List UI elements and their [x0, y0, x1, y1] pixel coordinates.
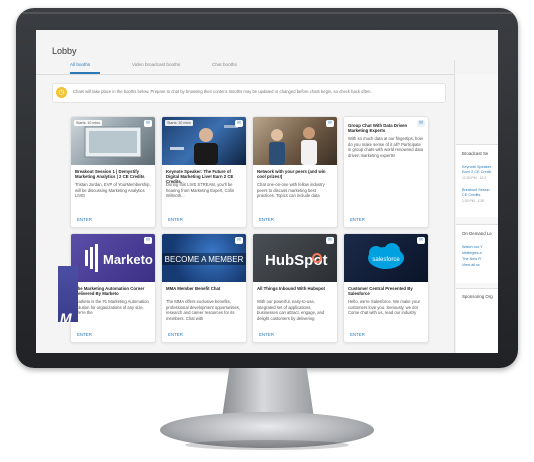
booth-card[interactable]: ✉ Group Chat With Data Driven Marketing … [343, 116, 429, 228]
enter-button[interactable]: ENTER [350, 217, 365, 222]
booth-image [253, 117, 337, 165]
svg-text:Marketo: Marketo [103, 252, 153, 267]
tab-video-broadcast-booths[interactable]: Video broadcast booths [132, 62, 180, 67]
booth-image: HubSpot [253, 234, 337, 282]
clock-icon: ◷ [56, 87, 67, 98]
booth-card[interactable]: HubSpot ✉ All Things Inbound With Hubspo… [252, 233, 338, 343]
start-time-badge: Starts: 30 mins [165, 120, 193, 126]
right-sidebar: Broadcast Se Keynote Speaker Earn 2 CE C… [456, 74, 498, 353]
on-demand-link[interactable]: Watch our Y [462, 245, 483, 249]
chat-icon: ✉ [326, 120, 334, 127]
hubspot-logo-icon: HubSpot [265, 252, 327, 269]
booth-description: During this LIVE STREAM, you'll be heari… [166, 182, 235, 198]
monitor-frame: Lobby All booths Video broadcast booths … [16, 8, 518, 368]
tab-all-booths[interactable]: All booths [70, 62, 90, 67]
booth-description: With our powerful, easy-to-use, integrat… [257, 299, 325, 321]
booth-title: Group Chat With Data Driven Marketing Ex… [348, 123, 408, 133]
booth-card[interactable]: Starts: 10 mins ✉ Breakout Session 1 | D… [70, 116, 156, 228]
booth-title: MMA Member Benefit Chat [166, 286, 221, 291]
booth-description: Marketo is the #1 Marketing Automation s… [75, 299, 149, 315]
on-demand-panel: On Demand Le Watch our Y strategies a Th… [456, 224, 498, 283]
active-tab-indicator [70, 72, 100, 74]
on-demand-link[interactable]: The New R [462, 257, 481, 261]
chat-icon: ✉ [235, 237, 243, 244]
start-time-badge: Starts: 10 mins [74, 120, 102, 126]
schedule-time: 1:00 PM - 1:30 [462, 199, 485, 203]
salesforce-logo-icon: salesforce [368, 243, 404, 269]
monitor-stand-shadow [185, 440, 349, 450]
enter-button[interactable]: ENTER [350, 332, 365, 337]
broadcast-schedule-panel: Broadcast Se Keynote Speaker Earn 2 CE C… [456, 144, 498, 217]
booth-card[interactable]: ✉ Network with your peers (and win cool … [252, 116, 338, 228]
booth-description: Chat one-on-one with fellow industry pee… [257, 182, 325, 198]
page-title: Lobby [52, 46, 77, 56]
booth-image: salesforce [344, 234, 428, 282]
booth-description: With so much data at our fingertips, how… [348, 136, 423, 158]
people-networking-icon [269, 127, 317, 165]
booth-title: Customer Central Presented By Salesforce [348, 286, 413, 296]
enter-button[interactable]: ENTER [77, 332, 92, 337]
tab-chat-booths[interactable]: Chat booths [212, 62, 237, 67]
enter-button[interactable]: ENTER [77, 217, 92, 222]
booth-title: The Marketing Automation Corner Delivere… [75, 286, 145, 296]
booth-title: All Things Inbound With Hubspot [257, 286, 325, 291]
schedule-time: 12:00 PM - 12:3 [462, 176, 487, 180]
monitor-stand-neck [222, 368, 314, 418]
notice-banner: ◷ Chats will take place in the booths be… [52, 83, 446, 103]
on-demand-heading: On Demand Le [462, 231, 492, 236]
screen: Lobby All booths Video broadcast booths … [36, 30, 498, 353]
chat-icon: ✉ [235, 120, 243, 127]
become-member-banner-icon: BECOME A MEMBER [162, 253, 246, 265]
tab-bar: All booths Video broadcast booths Chat b… [36, 60, 454, 75]
booth-title: Breakout Session 1 | Demystify Marketing… [75, 169, 145, 179]
booth-card[interactable]: Starts: 30 mins ✉ Keynote Speaker: The F… [161, 116, 247, 228]
booth-image: Marketo [71, 234, 155, 282]
on-demand-link[interactable]: View all sc [462, 263, 480, 267]
chat-icon: ✉ [417, 237, 425, 244]
marketo-logo-icon: Marketo [85, 244, 153, 272]
sponsor-panel: Sponsoring Org [456, 288, 498, 353]
sponsor-logo-letter: M [60, 310, 72, 326]
schedule-link[interactable]: Keynote Speaker [462, 165, 491, 169]
enter-button[interactable]: ENTER [259, 332, 274, 337]
schedule-link[interactable]: Breakout Sessio [462, 188, 490, 192]
chat-icon: ✉ [144, 237, 152, 244]
content-divider [454, 60, 455, 353]
on-demand-link[interactable]: strategies a [462, 251, 482, 255]
booth-card[interactable]: Marketo ✉ The Marketing Automation Corne… [70, 233, 156, 343]
booth-card[interactable]: BECOME A MEMBER ✉ MMA Member Benefit Cha… [161, 233, 247, 343]
booth-description: Hello, we're Salesforce. We make your cu… [348, 299, 420, 315]
booth-card[interactable]: salesforce ✉ Customer Central Presented … [343, 233, 429, 343]
chat-icon: ✉ [326, 237, 334, 244]
notice-text: Chats will take place in the booths belo… [73, 89, 372, 94]
schedule-link[interactable]: CE Credits [462, 193, 480, 197]
bezel-shine [22, 12, 512, 14]
booth-description: Tristan Jordan, EVP of YourMembership, w… [75, 182, 151, 198]
booth-image: BECOME A MEMBER [162, 234, 246, 282]
enter-button[interactable]: ENTER [259, 217, 274, 222]
booth-description: The MMA offers exclusive benefits, profe… [166, 299, 241, 321]
schedule-link[interactable]: Earn 2 CE Credit [462, 170, 491, 174]
enter-button[interactable]: ENTER [168, 332, 183, 337]
chat-icon: ✉ [144, 120, 152, 127]
sponsor-heading: Sponsoring Org [462, 294, 493, 299]
svg-text:salesforce: salesforce [372, 257, 400, 263]
broadcast-heading: Broadcast Se [462, 151, 489, 156]
svg-text:BECOME A MEMBER: BECOME A MEMBER [165, 255, 244, 264]
booth-title: Network with your peers (and win cool pr… [257, 169, 326, 179]
enter-button[interactable]: ENTER [168, 217, 183, 222]
